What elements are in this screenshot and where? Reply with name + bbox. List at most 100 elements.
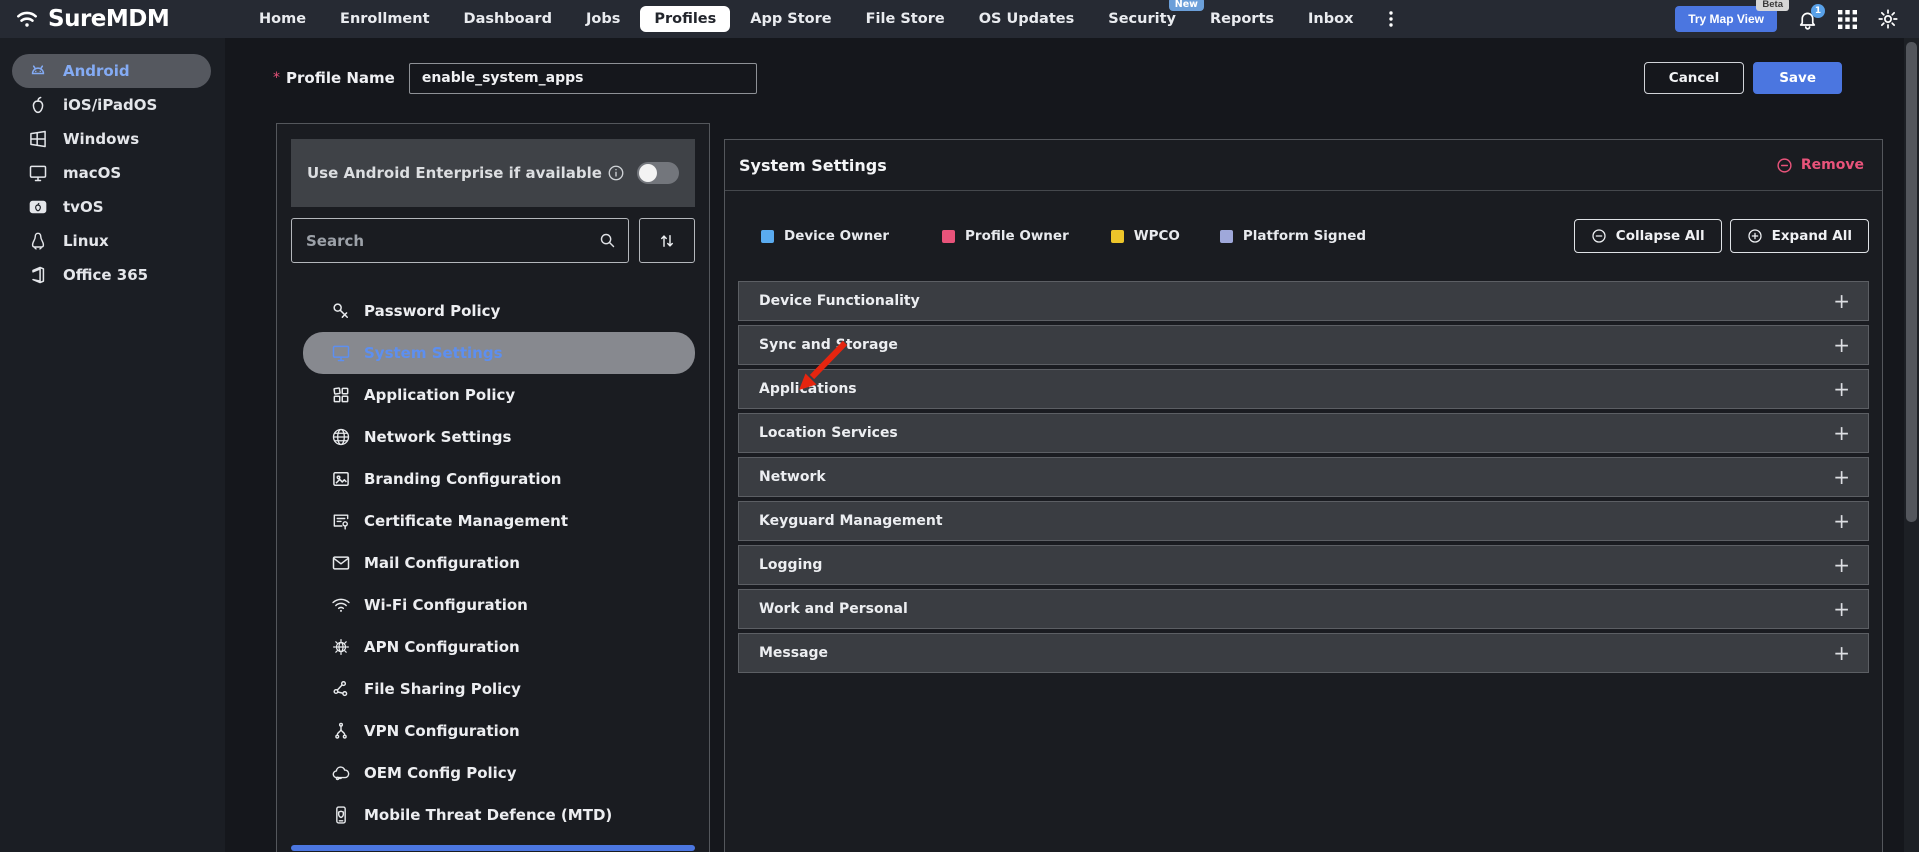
expand-plus-icon[interactable]: + bbox=[1833, 467, 1850, 487]
brand[interactable]: SureMDM bbox=[0, 6, 245, 32]
nav-profiles[interactable]: Profiles bbox=[640, 6, 730, 32]
nav-jobs[interactable]: Jobs bbox=[572, 6, 634, 32]
image-icon bbox=[331, 469, 351, 489]
nav-inbox[interactable]: Inbox bbox=[1294, 6, 1367, 32]
toggle-knob bbox=[639, 164, 657, 182]
legend-swatch-platform-signed bbox=[1220, 230, 1233, 243]
legend-swatch-profile-owner bbox=[942, 230, 955, 243]
collapse-all-button[interactable]: Collapse All bbox=[1574, 219, 1722, 253]
section-sync-and-storage[interactable]: Sync and Storage + bbox=[738, 325, 1869, 365]
notifications-button[interactable]: 1 bbox=[1797, 9, 1818, 30]
minus-circle-icon bbox=[1591, 228, 1607, 244]
vertical-scrollbar[interactable] bbox=[1904, 38, 1919, 852]
sidebar-item-label: Windows bbox=[63, 130, 139, 148]
try-map-view-button[interactable]: Try Map View Beta bbox=[1675, 6, 1777, 32]
sidebar-item-macos[interactable]: macOS bbox=[12, 156, 211, 190]
save-button[interactable]: Save bbox=[1753, 62, 1842, 94]
expand-plus-icon[interactable]: + bbox=[1833, 555, 1850, 575]
expand-plus-icon[interactable]: + bbox=[1833, 291, 1850, 311]
settings-button[interactable] bbox=[1877, 8, 1899, 30]
policy-vpn-configuration[interactable]: VPN Configuration bbox=[303, 710, 695, 752]
policy-branding-configuration[interactable]: Branding Configuration bbox=[303, 458, 695, 500]
vertical-scrollbar-thumb[interactable] bbox=[1906, 42, 1917, 522]
search-input[interactable] bbox=[292, 219, 628, 262]
windows-icon bbox=[28, 129, 48, 149]
apps-launcher-button[interactable] bbox=[1838, 10, 1857, 29]
policy-application-policy[interactable]: Application Policy bbox=[303, 374, 695, 416]
panel-header: System Settings Remove bbox=[725, 140, 1882, 191]
legend-swatch-device-owner bbox=[761, 230, 774, 243]
sidebar-item-linux[interactable]: Linux bbox=[12, 224, 211, 258]
expand-plus-icon[interactable]: + bbox=[1833, 511, 1850, 531]
remove-button[interactable]: Remove bbox=[1776, 157, 1864, 174]
policy-label: Wi-Fi Configuration bbox=[364, 596, 528, 614]
policy-mobile-threat-defence[interactable]: Mobile Threat Defence (MTD) bbox=[303, 794, 695, 836]
nav-security[interactable]: Security New bbox=[1094, 6, 1190, 32]
nav-home[interactable]: Home bbox=[245, 6, 320, 32]
expand-plus-icon[interactable]: + bbox=[1833, 335, 1850, 355]
suremdm-logo-icon bbox=[14, 6, 40, 32]
section-network[interactable]: Network + bbox=[738, 457, 1869, 497]
policy-certificate-management[interactable]: Certificate Management bbox=[303, 500, 695, 542]
android-icon bbox=[28, 61, 48, 81]
sidebar-item-ios[interactable]: iOS/iPadOS bbox=[12, 88, 211, 122]
legend-swatch-wpco bbox=[1111, 230, 1124, 243]
expand-plus-icon[interactable]: + bbox=[1833, 379, 1850, 399]
policy-oem-config-policy[interactable]: OEM Config Policy bbox=[303, 752, 695, 794]
sidebar-item-tvos[interactable]: tvOS bbox=[12, 190, 211, 224]
notification-count-badge: 1 bbox=[1811, 4, 1825, 18]
collapse-all-label: Collapse All bbox=[1616, 228, 1705, 244]
section-applications[interactable]: Applications + bbox=[738, 369, 1869, 409]
accordion-controls: Collapse All Expand All bbox=[1574, 219, 1882, 253]
android-enterprise-toggle[interactable] bbox=[637, 162, 679, 184]
sort-button[interactable] bbox=[639, 218, 695, 263]
policy-label: Mobile Threat Defence (MTD) bbox=[364, 806, 612, 824]
nav-app-store[interactable]: App Store bbox=[736, 6, 845, 32]
nav-file-store[interactable]: File Store bbox=[852, 6, 959, 32]
settings-accordion: Device Functionality + Sync and Storage … bbox=[738, 281, 1869, 677]
nav-dashboard[interactable]: Dashboard bbox=[450, 6, 566, 32]
section-location-services[interactable]: Location Services + bbox=[738, 413, 1869, 453]
nav-reports[interactable]: Reports bbox=[1196, 6, 1288, 32]
horizontal-scrollbar-thumb[interactable] bbox=[291, 845, 695, 851]
nav-os-updates[interactable]: OS Updates bbox=[965, 6, 1089, 32]
section-message[interactable]: Message + bbox=[738, 633, 1869, 673]
nav-enrollment[interactable]: Enrollment bbox=[326, 6, 443, 32]
sidebar-item-android[interactable]: Android bbox=[12, 54, 211, 88]
sidebar-item-windows[interactable]: Windows bbox=[12, 122, 211, 156]
section-device-functionality[interactable]: Device Functionality + bbox=[738, 281, 1869, 321]
apple-tv-icon bbox=[28, 197, 48, 217]
expand-plus-icon[interactable]: + bbox=[1833, 423, 1850, 443]
policy-label: OEM Config Policy bbox=[364, 764, 516, 782]
policy-system-settings[interactable]: System Settings bbox=[303, 332, 695, 374]
info-icon[interactable] bbox=[607, 164, 625, 182]
section-work-and-personal[interactable]: Work and Personal + bbox=[738, 589, 1869, 629]
policy-file-sharing-policy[interactable]: File Sharing Policy bbox=[303, 668, 695, 710]
gear-globe-icon bbox=[331, 637, 351, 657]
office-icon bbox=[28, 265, 48, 285]
remove-label: Remove bbox=[1801, 157, 1864, 173]
policy-label: Application Policy bbox=[364, 386, 515, 404]
required-asterisk: * bbox=[273, 70, 280, 86]
globe-icon bbox=[331, 427, 351, 447]
apple-icon bbox=[28, 95, 48, 115]
sidebar-item-office365[interactable]: Office 365 bbox=[12, 258, 211, 292]
cancel-button[interactable]: Cancel bbox=[1644, 62, 1744, 94]
profile-actions: Cancel Save bbox=[1644, 62, 1919, 94]
expand-all-button[interactable]: Expand All bbox=[1730, 219, 1869, 253]
legend-label: Platform Signed bbox=[1243, 228, 1366, 244]
section-logging[interactable]: Logging + bbox=[738, 545, 1869, 585]
profile-name-input[interactable] bbox=[409, 63, 757, 94]
policy-apn-configuration[interactable]: APN Configuration bbox=[303, 626, 695, 668]
top-navigation-bar: SureMDM Home Enrollment Dashboard Jobs P… bbox=[0, 0, 1919, 38]
policy-password-policy[interactable]: Password Policy bbox=[303, 290, 695, 332]
section-keyguard-management[interactable]: Keyguard Management + bbox=[738, 501, 1869, 541]
policy-wifi-configuration[interactable]: Wi-Fi Configuration bbox=[303, 584, 695, 626]
expand-plus-icon[interactable]: + bbox=[1833, 643, 1850, 663]
more-menu-icon[interactable] bbox=[1373, 6, 1409, 32]
expand-plus-icon[interactable]: + bbox=[1833, 599, 1850, 619]
vpn-icon bbox=[331, 721, 351, 741]
policy-mail-configuration[interactable]: Mail Configuration bbox=[303, 542, 695, 584]
policy-network-settings[interactable]: Network Settings bbox=[303, 416, 695, 458]
android-enterprise-box: Use Android Enterprise if available bbox=[291, 139, 695, 207]
